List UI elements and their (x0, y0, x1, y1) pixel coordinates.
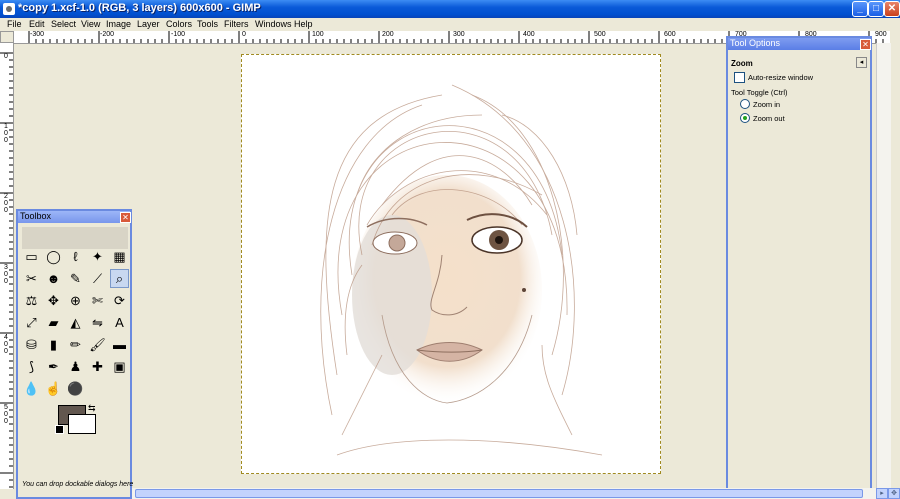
scale-icon[interactable]: ⤢ (22, 313, 41, 332)
toolbox-close-icon[interactable]: ✕ (120, 212, 131, 223)
move-icon[interactable]: ✥ (44, 291, 63, 310)
ruler-label: 5 0 0 (4, 404, 8, 425)
ruler-label: 0 (4, 53, 8, 60)
ruler-label: -200 (100, 31, 115, 38)
text-icon[interactable]: A (110, 313, 129, 332)
ellipse-select-icon[interactable]: ◯ (44, 247, 63, 266)
ruler-label: 500 (594, 31, 606, 38)
drop-hint-text: You can drop dockable dialogs here (22, 481, 134, 488)
rotate-icon[interactable]: ⟳ (110, 291, 129, 310)
perspective-clone-icon[interactable]: ▣ (110, 357, 129, 376)
ruler-label: 100 (312, 31, 324, 38)
menu-edit[interactable]: Edit (29, 19, 45, 29)
default-colors-icon[interactable] (55, 425, 64, 434)
maximize-button[interactable]: □ (868, 1, 884, 17)
shear-icon[interactable]: ▰ (44, 313, 63, 332)
airbrush-icon[interactable]: ⟆ (22, 357, 41, 376)
close-button[interactable]: ✕ (884, 1, 900, 17)
flip-icon[interactable]: ⇋ (88, 313, 107, 332)
zoom-in-radio[interactable] (740, 99, 750, 109)
magic-wand-icon[interactable]: ✦ (88, 247, 107, 266)
clone-icon[interactable]: ♟ (66, 357, 85, 376)
wilber-banner (22, 227, 128, 249)
navigate-icon[interactable]: ✥ (888, 488, 900, 499)
dodge-burn-icon[interactable]: ⚫ (66, 379, 85, 398)
tool-options-dock: Tool Options ✕ Zoom ◂ Auto-resize window… (726, 36, 872, 499)
align-icon[interactable]: ⊕ (66, 291, 85, 310)
menu-image[interactable]: Image (106, 19, 131, 29)
perspective-icon[interactable]: ◭ (66, 313, 85, 332)
blur-icon[interactable]: 💧 (22, 379, 41, 398)
image-canvas[interactable] (241, 54, 661, 474)
zoom-icon[interactable]: ⌕ (110, 269, 129, 288)
bucket-fill-icon[interactable]: ⛁ (22, 335, 41, 354)
window-title: *copy 1.xcf-1.0 (RGB, 3 layers) 600x600 … (18, 2, 261, 14)
crop-icon[interactable]: ✄ (88, 291, 107, 310)
scroll-right-button[interactable]: ▸ (876, 488, 888, 499)
ruler-label: 3 0 0 (4, 264, 8, 285)
face-sketch-drawing (320, 84, 603, 456)
menu-tools[interactable]: Tools (197, 19, 218, 29)
lasso-icon[interactable]: ℓ (66, 247, 85, 266)
blend-icon[interactable]: ▮ (44, 335, 63, 354)
ruler-label: 600 (664, 31, 676, 38)
smudge-icon[interactable]: ☝ (44, 379, 63, 398)
menu-layer[interactable]: Layer (137, 19, 160, 29)
vertical-ruler[interactable]: 0 1 0 0 2 0 0 3 0 0 4 0 0 5 0 0 (0, 43, 14, 489)
paintbrush-icon[interactable]: 🖌 (88, 335, 107, 354)
auto-resize-label: Auto-resize window (748, 73, 814, 82)
ruler-label: 400 (523, 31, 535, 38)
paths-icon[interactable]: ✎ (66, 269, 85, 288)
vertical-scrollbar[interactable] (876, 43, 891, 488)
eraser-icon[interactable]: ▬ (110, 335, 129, 354)
ruler-label: 2 0 0 (4, 193, 8, 214)
tool-toggle-label: Tool Toggle (Ctrl) (731, 88, 788, 97)
ruler-label: 200 (382, 31, 394, 38)
zoom-out-radio[interactable] (740, 113, 750, 123)
ink-icon[interactable]: ✒ (44, 357, 63, 376)
tool-options-title[interactable]: Tool Options (728, 38, 870, 50)
menu-colors[interactable]: Colors (166, 19, 192, 29)
rect-select-icon[interactable]: ▭ (22, 247, 41, 266)
select-by-color-icon[interactable]: ▦ (110, 247, 129, 266)
horizontal-scroll-thumb[interactable] (135, 489, 863, 498)
minimize-button[interactable]: _ (852, 1, 868, 17)
color-picker-icon[interactable]: ⟋ (88, 269, 107, 288)
ruler-label: -100 (171, 31, 186, 38)
menu-help[interactable]: Help (294, 19, 313, 29)
ruler-corner[interactable] (0, 31, 14, 43)
menu-view[interactable]: View (81, 19, 100, 29)
ruler-label: 1 0 0 (4, 123, 8, 144)
gimp-app-icon (3, 3, 15, 15)
menu-bar: File Edit Select View Image Layer Colors… (0, 18, 900, 31)
auto-resize-checkbox[interactable] (734, 72, 745, 83)
menu-windows[interactable]: Windows (255, 19, 292, 29)
menu-filters[interactable]: Filters (224, 19, 249, 29)
ruler-label: -300 (30, 31, 45, 38)
measure-icon[interactable]: ⚖ (22, 291, 41, 310)
tool-name: Zoom (731, 59, 753, 68)
scissors-icon[interactable]: ✂ (22, 269, 41, 288)
toolbox-dock: Toolbox ✕ ▭ ◯ ℓ ✦ ▦ ✂ ☻ ✎ ⟋ ⌕ ⚖ ✥ ⊕ ✄ ⟳ ⤢ ▰ ◭ ⇋ A ⛁ ▮ ✏ 🖌 ▬ ⟆ ✒ ♟ ✚ ▣… (16, 209, 134, 499)
zoom-in-label: Zoom in (753, 100, 781, 109)
heal-icon[interactable]: ✚ (88, 357, 107, 376)
ruler-label: 900 (875, 31, 887, 38)
tab-menu-icon[interactable]: ◂ (856, 57, 867, 68)
swap-colors-icon[interactable]: ⇆ (88, 403, 96, 414)
background-color-swatch[interactable] (68, 414, 96, 434)
ruler-label: 300 (453, 31, 465, 38)
foreground-select-icon[interactable]: ☻ (44, 269, 63, 288)
zoom-out-label: Zoom out (753, 114, 785, 123)
menu-file[interactable]: File (7, 19, 22, 29)
ruler-label: 0 (242, 31, 246, 38)
toolbox-title[interactable]: Toolbox (18, 211, 130, 223)
ruler-label: 4 0 0 (4, 334, 8, 355)
menu-select[interactable]: Select (51, 19, 76, 29)
tool-options-close-icon[interactable]: ✕ (860, 39, 871, 50)
pencil-icon[interactable]: ✏ (66, 335, 85, 354)
